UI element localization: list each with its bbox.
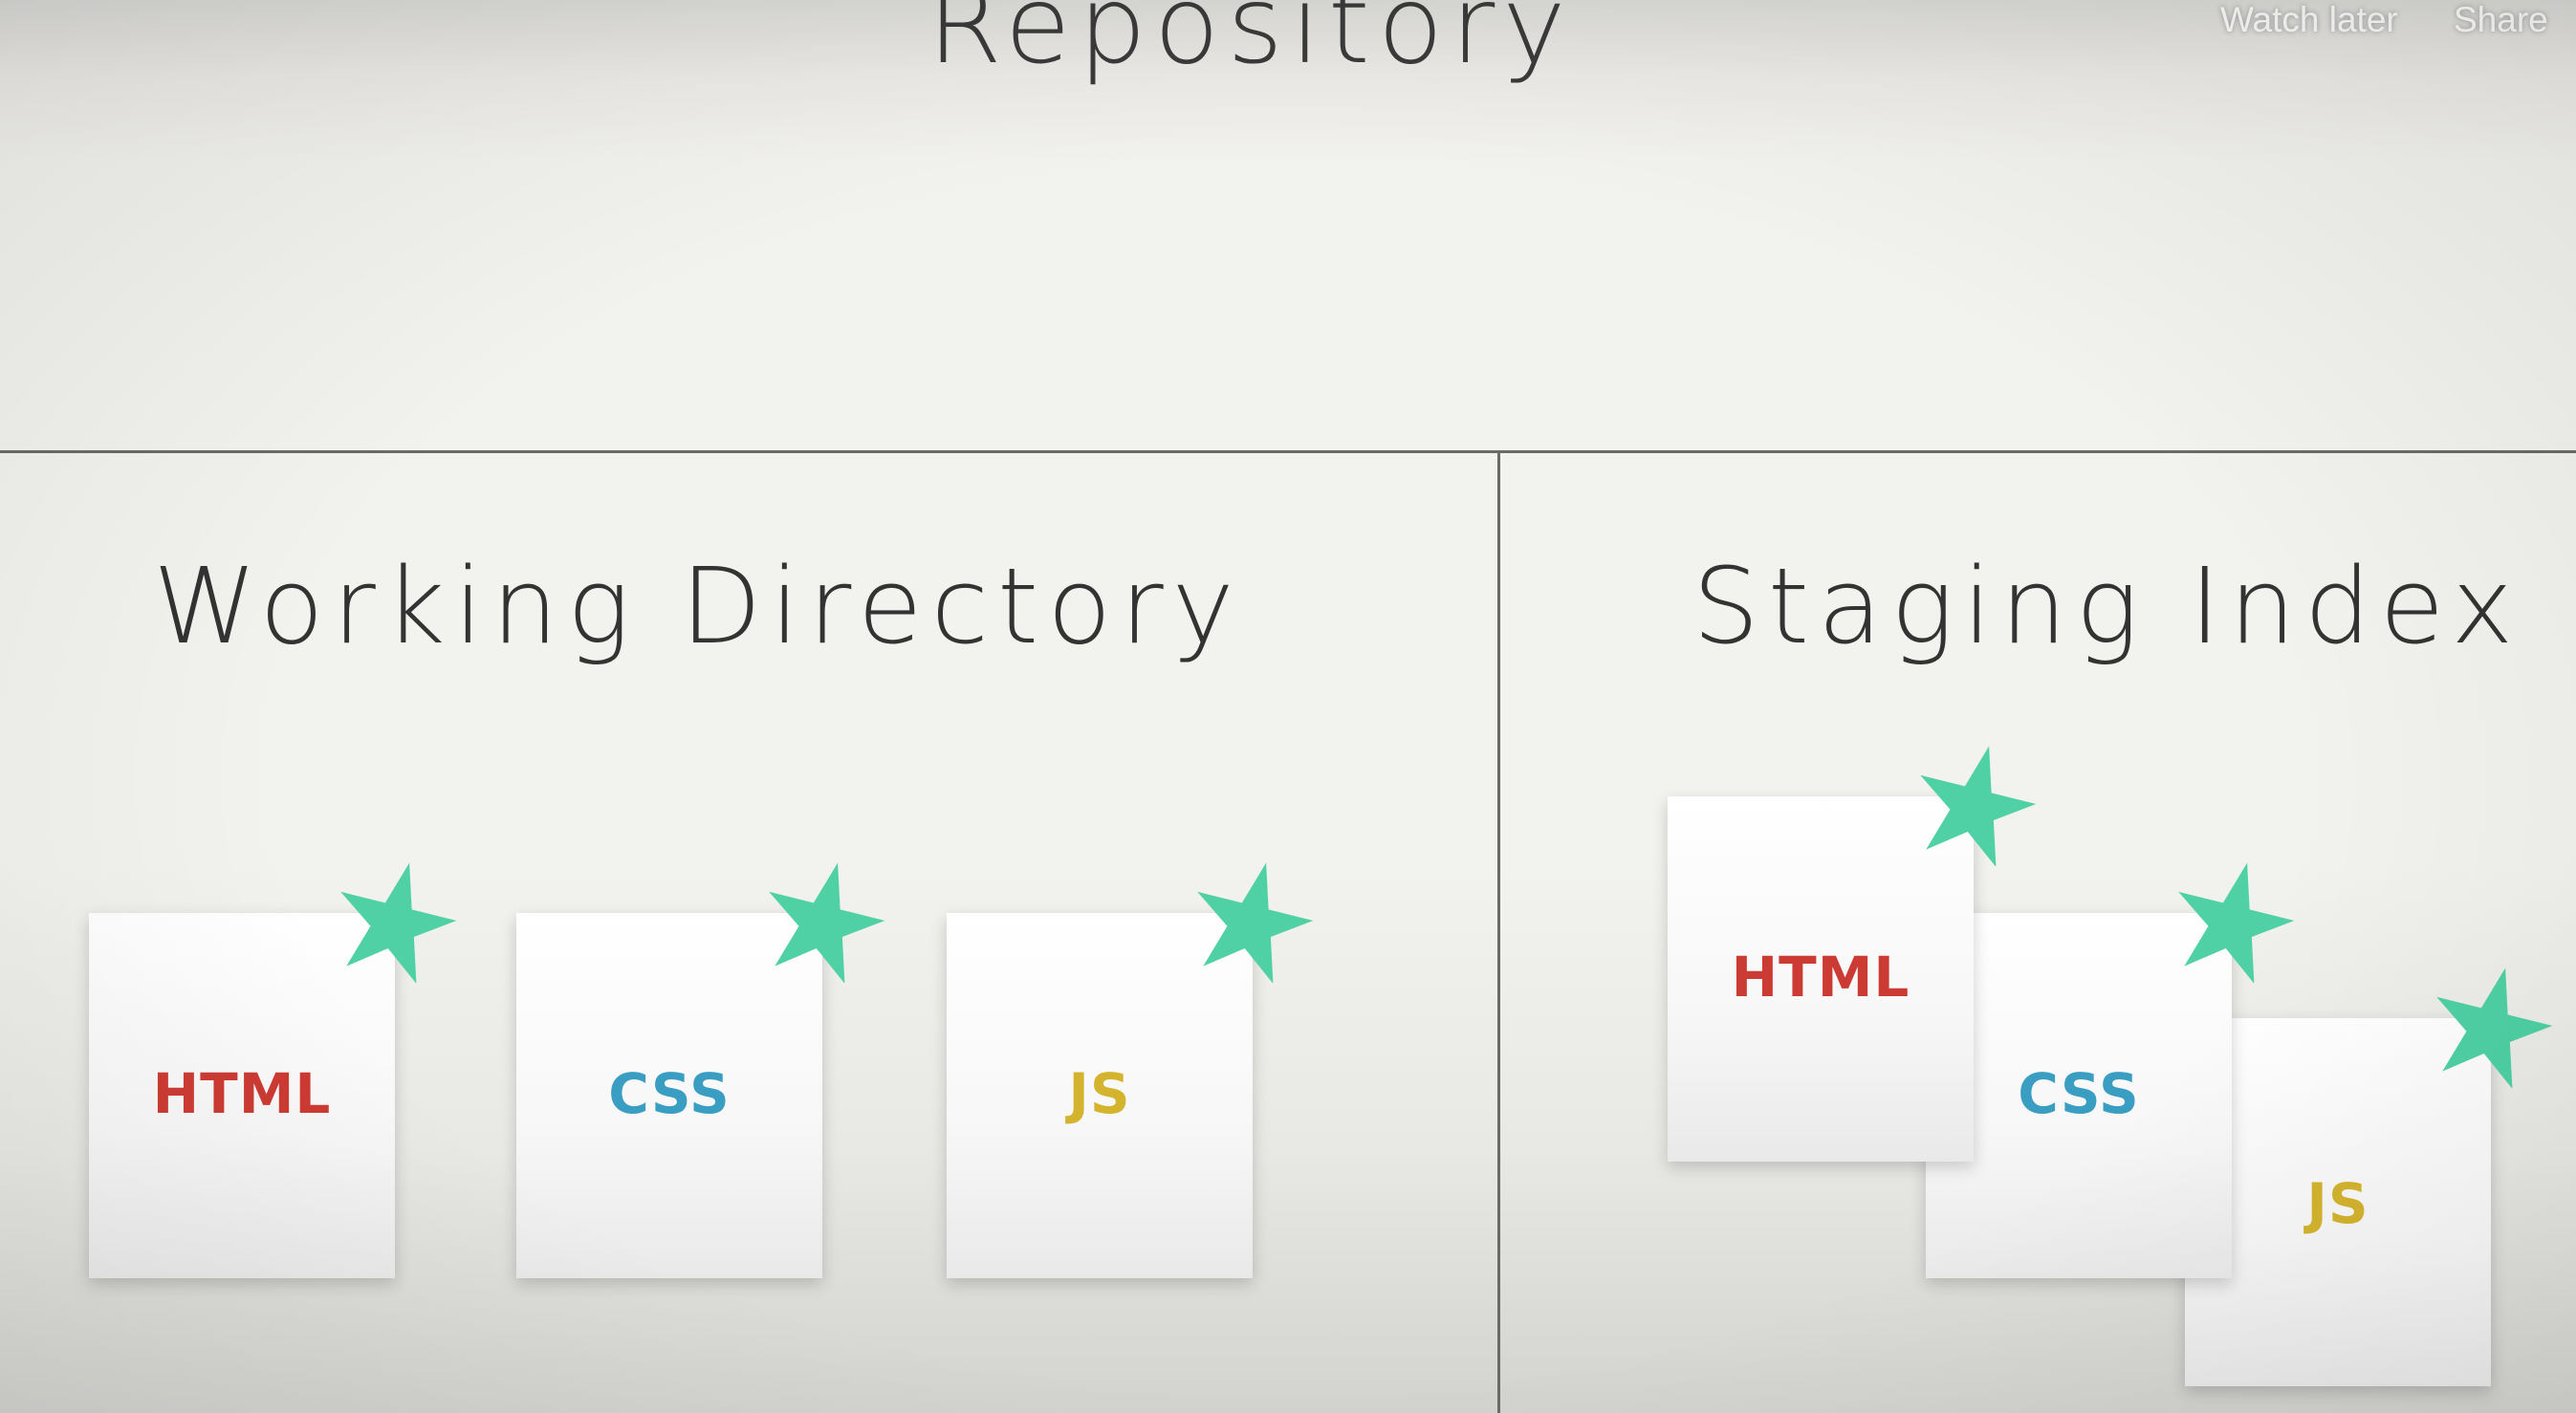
watch-later-button[interactable]: Watch later [2220,0,2398,40]
star-icon [1197,862,1314,983]
file-label: JS [1068,1061,1131,1126]
file-label: HTML [1731,945,1910,1010]
horizontal-divider [0,450,2576,453]
share-button[interactable]: Share [2454,0,2548,40]
star-icon [340,862,457,983]
file-label: HTML [152,1061,332,1126]
vertical-divider [1497,453,1500,1413]
star-icon [2436,967,2553,1088]
staging-index-title: Staging Index [1692,545,2522,667]
star-icon [2178,862,2295,983]
working-directory-title: Working Directory [153,545,1243,667]
repository-title: Repository [928,0,1574,88]
star-icon [1920,746,2037,866]
slide-canvas: Repository Watch later Share Working Dir… [0,0,2576,1413]
star-icon [769,862,885,983]
file-label: CSS [608,1061,731,1126]
